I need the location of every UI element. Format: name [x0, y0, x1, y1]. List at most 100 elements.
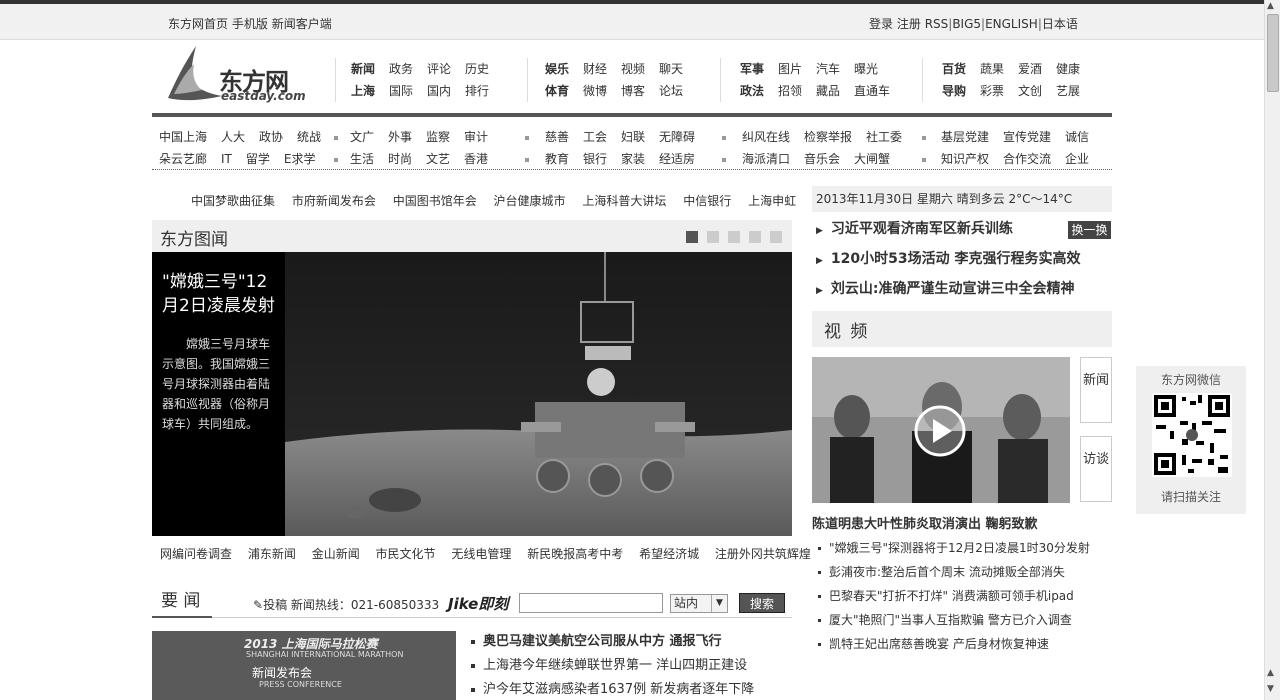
nav-link[interactable]: 军事 [740, 58, 764, 80]
sub-nav-link[interactable]: 外事 [388, 126, 412, 148]
nav-link[interactable]: 导购 [942, 80, 966, 102]
sub-nav-link[interactable]: 检察举报 [804, 126, 852, 148]
submit-hotline[interactable]: ✎投稿 新闻热线：021-60850333 [253, 596, 439, 613]
sub-nav-link[interactable]: 中国上海 [159, 126, 207, 148]
nav-link[interactable]: 藏品 [816, 80, 840, 102]
rss-link[interactable]: RSS [925, 17, 949, 31]
sub-nav-link[interactable]: 企业 [1065, 148, 1089, 170]
sub-nav-link[interactable]: 时尚 [388, 148, 412, 170]
sub-nav-link[interactable]: 纠风在线 [742, 126, 790, 148]
link-client[interactable]: 新闻客户端 [272, 17, 332, 31]
site-logo[interactable]: 东方网 eastday.com [166, 44, 326, 104]
nav-link[interactable]: 曝光 [854, 58, 878, 80]
news-item[interactable]: 奥巴马建议美航空公司服从中方 通报飞行 [471, 633, 754, 657]
login-link[interactable]: 登录 [869, 17, 893, 31]
sub-nav-link[interactable]: 无障碍 [659, 126, 695, 148]
nav-link[interactable]: 文创 [1018, 80, 1042, 102]
photo-slide[interactable]: "嫦娥三号"12月2日凌晨发射 嫦娥三号月球车示意图。我国嫦娥三号月球探测器由着… [152, 252, 792, 536]
hot-link[interactable]: 中国图书馆年会 [393, 194, 477, 208]
photo-link[interactable]: 希望经济城 [639, 547, 699, 561]
nav-link[interactable]: 体育 [545, 80, 569, 102]
video-headline[interactable]: 陈道明患大叶性肺炎取消演出 鞠躬致歉 [812, 513, 1038, 532]
sub-nav-link[interactable]: 生活 [350, 148, 374, 170]
headline-item[interactable]: ▶ 刘云山:准确严谨生动宣讲三中全会精神 [816, 278, 1081, 308]
nav-link[interactable]: 蔬果 [980, 58, 1004, 80]
nav-link[interactable]: 图片 [778, 58, 802, 80]
photo-link[interactable]: 市民文化节 [376, 547, 436, 561]
video-tab-interview[interactable]: 访谈 [1080, 436, 1112, 502]
scrollbar-thumb[interactable] [1267, 14, 1279, 92]
sub-nav-link[interactable]: 文艺 [426, 148, 450, 170]
news-item[interactable]: 上海港今年继续蝉联世界第一 洋山四期正建设 [471, 657, 754, 681]
hot-link[interactable]: 沪台健康城市 [494, 194, 566, 208]
photo-link[interactable]: 浦东新闻 [248, 547, 296, 561]
photo-link[interactable]: 注册外冈共筑辉煌 [715, 547, 811, 561]
sub-nav-link[interactable]: 人大 [221, 126, 245, 148]
nav-link[interactable]: 聊天 [659, 58, 683, 80]
hot-link[interactable]: 中国梦歌曲征集 [191, 194, 275, 208]
nav-link[interactable]: 新闻 [351, 58, 375, 80]
slide-pager[interactable] [707, 231, 719, 243]
nav-link[interactable]: 国内 [427, 80, 451, 102]
hot-link[interactable]: 上海科普大讲坛 [582, 194, 666, 208]
hot-link[interactable]: 市府新闻发布会 [292, 194, 376, 208]
sub-nav-link[interactable]: 经适房 [659, 148, 695, 170]
sub-nav-link[interactable]: 教育 [545, 148, 569, 170]
search-input[interactable] [519, 593, 663, 613]
sub-nav-link[interactable]: 社工委 [866, 126, 902, 148]
video-list-item[interactable]: 巴黎春天"打折不打烊" 消费满额可领手机ipad [818, 588, 1090, 612]
sub-nav-link[interactable]: 宣传党建 [1003, 126, 1051, 148]
headline-item[interactable]: ▶ 120小时53场活动 李克强行程务实高效 [816, 248, 1081, 278]
sub-nav-link[interactable]: 监察 [426, 126, 450, 148]
photo-link[interactable]: 新民晚报高考中考 [527, 547, 623, 561]
nav-link[interactable]: 政法 [740, 80, 764, 102]
scroll-up-icon[interactable]: ▲ [1267, 668, 1274, 678]
nav-link[interactable]: 招领 [778, 80, 802, 102]
big5-link[interactable]: BIG5 [952, 17, 981, 31]
hot-link[interactable]: 中信银行 [683, 194, 731, 208]
photo-link[interactable]: 网编问卷调查 [160, 547, 232, 561]
link-home[interactable]: 东方网首页 [168, 17, 228, 31]
sub-nav-link[interactable]: 留学 [246, 148, 270, 170]
hot-link[interactable]: 上海申虹 [748, 194, 796, 208]
nav-link[interactable]: 百货 [942, 58, 966, 80]
search-scope-select[interactable]: 站内 ▼ [670, 594, 728, 613]
sub-nav-link[interactable]: 诚信 [1065, 126, 1089, 148]
sub-nav-link[interactable]: 香港 [464, 148, 488, 170]
slide-pager[interactable] [770, 231, 782, 243]
slide-pager[interactable] [749, 231, 761, 243]
scroll-up-icon[interactable]: ▲ [1267, 1, 1274, 11]
slide-pager[interactable] [728, 231, 740, 243]
photo-headline[interactable]: "嫦娥三号"12月2日凌晨发射 [162, 270, 275, 318]
english-link[interactable]: ENGLISH [985, 17, 1038, 31]
headline-item[interactable]: ▶ 习近平观看济南军区新兵训练 [816, 218, 1081, 248]
nav-link[interactable]: 评论 [427, 58, 451, 80]
nav-link[interactable]: 博客 [621, 80, 645, 102]
nav-link[interactable]: 视频 [621, 58, 645, 80]
register-link[interactable]: 注册 [897, 17, 921, 31]
scroll-down-icon[interactable]: ▼ [1267, 684, 1274, 694]
video-tab-news[interactable]: 新闻 [1080, 357, 1112, 423]
nav-link[interactable]: 直通车 [854, 80, 890, 102]
video-list-item[interactable]: 彭浦夜市:整治后首个周末 流动摊贩全部消失 [818, 564, 1090, 588]
nav-link[interactable]: 爱酒 [1018, 58, 1042, 80]
nav-link[interactable]: 健康 [1056, 58, 1080, 80]
nav-link[interactable]: 排行 [465, 80, 489, 102]
sub-nav-link[interactable]: 大闸蟹 [854, 148, 890, 170]
marathon-press-image[interactable]: 2013 上海国际马拉松赛 SHANGHAI INTERNATIONAL MAR… [152, 631, 456, 700]
sub-nav-link[interactable]: IT [221, 148, 232, 170]
search-button[interactable]: 搜索 [739, 593, 785, 613]
page-scrollbar[interactable]: ▲ ▲ ▼ [1264, 0, 1280, 700]
sub-nav-link[interactable]: 妇联 [621, 126, 645, 148]
sub-nav-link[interactable]: 海派清口 [742, 148, 790, 170]
sub-nav-link[interactable]: 审计 [464, 126, 488, 148]
video-list-item[interactable]: 凯特王妃出席慈善晚宴 产后身材恢复神速 [818, 636, 1090, 660]
video-list-item[interactable]: "嫦娥三号"探测器将于12月2日凌晨1时30分发射 [818, 540, 1090, 564]
sub-nav-link[interactable]: 知识产权 [941, 148, 989, 170]
sub-nav-link[interactable]: 政协 [259, 126, 283, 148]
nav-link[interactable]: 汽车 [816, 58, 840, 80]
japanese-link[interactable]: 日本语 [1042, 17, 1078, 31]
video-list-item[interactable]: 厦大"艳照门"当事人互指欺骗 警方已介入调查 [818, 612, 1090, 636]
video-thumbnail[interactable] [812, 357, 1070, 503]
nav-link[interactable]: 历史 [465, 58, 489, 80]
